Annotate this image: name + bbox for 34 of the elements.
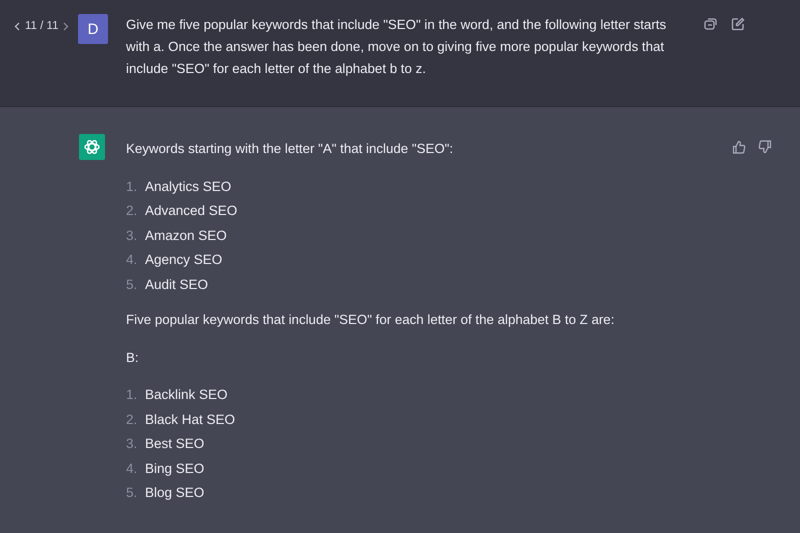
list-number: 4.	[126, 252, 138, 268]
list-item: Backlink SEO	[145, 387, 228, 402]
list-number: 2.	[126, 203, 138, 218]
chevron-left-icon	[14, 22, 20, 30]
user-avatar: D	[78, 14, 108, 44]
page-counter: 11 / 11	[25, 20, 58, 32]
list-number: 1.	[126, 387, 138, 402]
list-item: Analytics SEO	[145, 178, 232, 194]
edit-icon[interactable]	[731, 17, 745, 31]
thumbs-up-icon[interactable]	[732, 140, 746, 154]
list-item: Blog SEO	[145, 485, 204, 500]
response-paragraph: Keywords starting with the letter "A" that include "SEO":	[126, 140, 454, 158]
response-paragraph: Five popular keywords that include "SEO" for each letter of the alphabet B to Z are:	[126, 310, 616, 329]
list-item: Advanced SEO	[145, 203, 238, 218]
next-button[interactable]	[63, 22, 70, 30]
list-item: Black Hat SEO	[145, 412, 236, 427]
previous-button[interactable]	[14, 22, 20, 30]
list-item: Amazon SEO	[145, 228, 227, 243]
list-number: 3.	[126, 436, 138, 452]
list-number: 2.	[126, 412, 138, 427]
list-number: 4.	[126, 460, 138, 476]
response-paragraph: B:	[126, 348, 140, 366]
list-number: 3.	[126, 228, 138, 243]
thumbs-down-icon[interactable]	[758, 140, 772, 154]
list-item: Best SEO	[145, 436, 204, 452]
chevron-right-icon	[63, 22, 70, 30]
list-number: 5.	[126, 485, 138, 500]
list-item: Agency SEO	[145, 252, 222, 268]
copy-icon[interactable]	[703, 17, 717, 31]
list-item: Bing SEO	[145, 460, 204, 476]
list-number: 1.	[126, 178, 138, 194]
list-item: Audit SEO	[145, 276, 208, 292]
user-message: Give me five popular keywords that include "SEO" in the word, and the following letter starts with a. Once the answer has been done, move on to giving five more popular keywords that include "SEO" for each letter of the alphabet b to z.	[126, 16, 668, 78]
list-number: 5.	[126, 276, 138, 292]
